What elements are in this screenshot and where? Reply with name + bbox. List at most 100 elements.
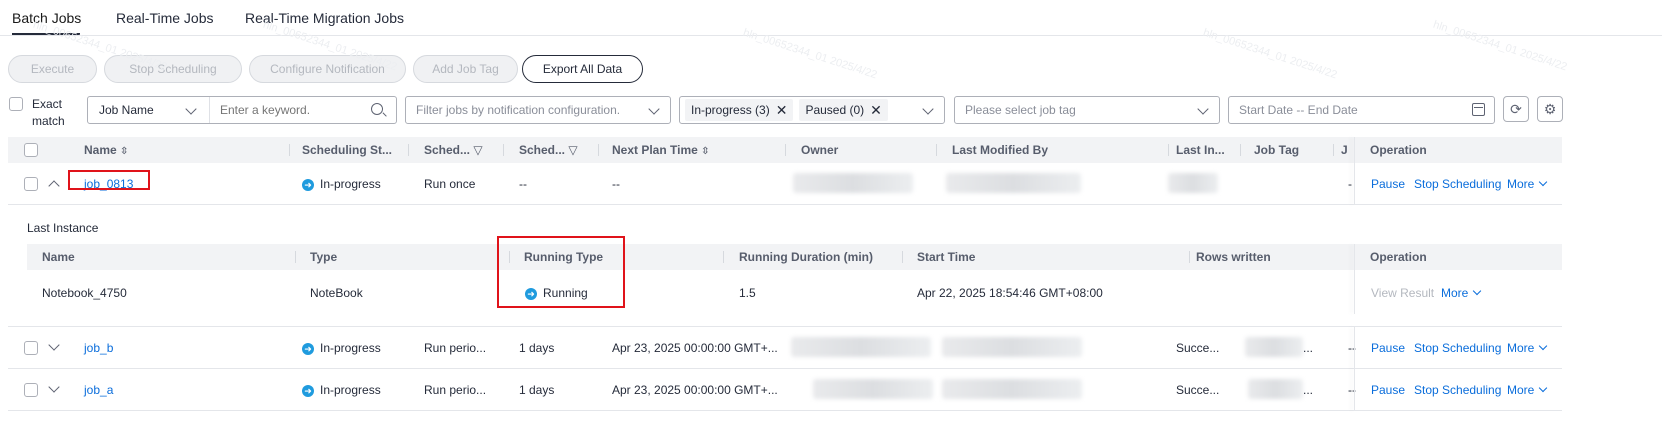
next-plan-time: Apr 23, 2025 00:00:00 GMT+... [612,383,778,397]
exact-match-label-line2: match [32,114,65,128]
job-tag-redacted [1248,379,1303,399]
calendar-icon [1472,103,1485,116]
more-dropdown[interactable]: More [1507,177,1548,191]
operation-column-divider [1354,244,1355,314]
notification-filter-select[interactable]: Filter jobs by notification configuratio… [405,96,671,124]
status-chip-label: In-progress (3) [691,103,770,117]
view-result-link[interactable]: View Result [1371,286,1434,300]
highlight-box-job-name [68,170,150,190]
chevron-down-icon[interactable] [48,339,60,351]
filter-icon[interactable]: ▽ [473,143,482,157]
arrow-right-icon: ➜ [302,384,314,397]
table-row: job_a ➜ In-progress Run perio... 1 days A… [8,369,1562,411]
job-tag-select[interactable]: Please select job tag [954,96,1220,124]
sched1-value: Run perio... [424,341,487,355]
owner-redacted [793,173,913,193]
chevron-down-icon [1473,286,1482,296]
scheduling-status-text: In-progress [320,177,381,191]
sort-icon[interactable]: ⇳ [120,146,128,157]
stop-scheduling-link[interactable]: Stop Scheduling [1414,177,1501,191]
chevron-down-icon [1539,341,1548,351]
sort-icon[interactable]: ⇳ [701,146,709,157]
sched2-value: 1 days [519,383,555,397]
sub-column-header-start-time: Start Time [917,250,976,264]
instance-more-dropdown[interactable]: More [1441,286,1482,300]
row-checkbox[interactable] [24,177,38,191]
export-all-data-button[interactable]: Export All Data [522,55,643,83]
arrow-right-icon: ➜ [302,178,314,191]
close-icon[interactable]: ✕ [870,102,882,119]
settings-button[interactable]: ⚙ [1537,96,1563,122]
add-job-tag-button[interactable]: Add Job Tag [413,55,518,83]
chevron-up-icon[interactable] [48,180,60,192]
column-header-owner: Owner [801,143,839,157]
exact-match-label: Exact match [32,96,65,130]
tab-real-time-jobs[interactable]: Real-Time Jobs [116,10,214,26]
job-name-link[interactable]: job_a [84,383,113,397]
scheduling-status: ➜ In-progress [302,383,381,397]
pause-link[interactable]: Pause [1371,177,1405,191]
column-header-label: Name [84,143,117,157]
sched1-value: Run perio... [424,383,487,397]
pause-link[interactable]: Pause [1371,341,1405,355]
column-header-label: Sched... [424,143,471,157]
search-icon-handle [382,112,387,117]
next-plan-time: Apr 23, 2025 00:00:00 GMT+... [612,341,778,355]
arrow-right-icon: ➜ [302,342,314,355]
column-header-name[interactable]: Name ⇳ [84,137,128,163]
sub-column-header-running-duration: Running Duration (min) [739,250,873,264]
job-search: Job Name [87,96,397,124]
row-checkbox[interactable] [24,341,38,355]
more-dropdown[interactable]: More [1507,383,1548,397]
chevron-down-icon [185,103,197,115]
execute-button[interactable]: Execute [8,55,97,83]
date-range-placeholder: Start Date -- End Date [1239,103,1358,117]
j-value: - [1348,177,1352,191]
search-field-select[interactable]: Job Name [88,97,210,123]
exact-match-checkbox[interactable] [9,97,23,111]
more-dropdown[interactable]: More [1507,341,1548,355]
sub-column-header-rows-written: Rows written [1196,250,1271,264]
job-type-tabs: Batch Jobs Real-Time Jobs Real-Time Migr… [0,0,1662,36]
chevron-down-icon [1197,103,1209,115]
filter-icon[interactable]: ▽ [568,143,577,157]
highlight-box-running-type [497,236,625,308]
column-header-label: Sched... [519,143,566,157]
sched2-value: 1 days [519,341,555,355]
more-label: More [1507,383,1535,397]
status-filter-select[interactable]: In-progress (3) ✕ Paused (0) ✕ [679,96,945,124]
column-header-operation: Operation [1370,143,1427,157]
scheduling-status-text: In-progress [320,341,381,355]
last-modified-by-redacted [942,379,1082,399]
chevron-down-icon[interactable] [48,381,60,393]
column-header-label: Next Plan Time [612,143,698,157]
row-checkbox[interactable] [24,383,38,397]
last-instance-panel: Last Instance Name Type Running Type Run… [8,205,1562,327]
status-chip-label: Paused (0) [805,103,865,117]
column-header-sched2: Sched... ▽ [519,137,578,163]
pause-link[interactable]: Pause [1371,383,1405,397]
stop-scheduling-link[interactable]: Stop Scheduling [1414,341,1501,355]
owner-redacted [813,379,933,399]
owner-redacted [791,337,931,357]
column-header-next-plan-time[interactable]: Next Plan Time ⇳ [612,137,710,163]
chevron-down-icon [1539,177,1548,187]
column-header-last-instance: Last In... [1176,143,1225,157]
job-tag-redacted [1245,337,1303,357]
next-plan-time: -- [612,177,620,191]
job-name-link[interactable]: job_b [84,341,113,355]
chevron-down-icon [648,103,660,115]
table-row: job_0813 ➜ In-progress Run once -- -- - P… [8,163,1562,205]
date-range-picker[interactable]: Start Date -- End Date [1228,96,1495,124]
select-all-checkbox[interactable] [24,143,38,157]
last-instance-header: Name Type Running Type Running Duration … [27,244,1362,270]
column-header-last-modified-by: Last Modified By [952,143,1049,157]
keyword-input[interactable] [211,97,361,123]
last-modified-by-redacted [946,173,1081,193]
job-tag-ellipsis: ... [1303,341,1314,355]
close-icon[interactable]: ✕ [776,102,788,119]
stop-scheduling-link[interactable]: Stop Scheduling [1414,383,1501,397]
last-instance-status: Succe... [1176,341,1220,355]
last-instance-redacted [1168,173,1218,193]
refresh-button[interactable]: ⟳ [1503,96,1529,122]
